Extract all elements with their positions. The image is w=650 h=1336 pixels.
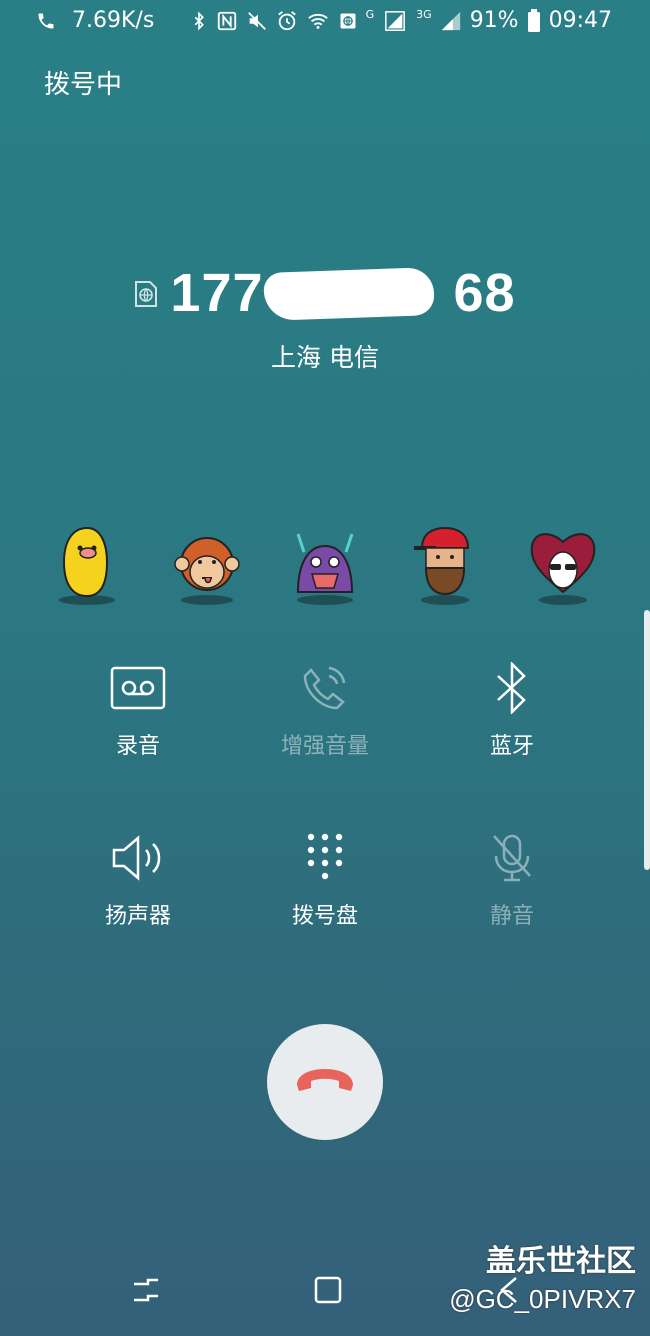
heart-girl-sticker[interactable] bbox=[528, 522, 598, 608]
dialpad-icon bbox=[245, 830, 405, 886]
phone-volume-icon bbox=[245, 660, 405, 716]
bluetooth-icon bbox=[432, 660, 592, 716]
recent-apps-icon bbox=[130, 1274, 162, 1310]
clock: 09:47 bbox=[548, 8, 612, 33]
signal-icon-1 bbox=[382, 10, 408, 32]
recent-apps-button[interactable] bbox=[126, 1272, 166, 1312]
sticker-row bbox=[0, 522, 650, 612]
bluetooth-icon bbox=[190, 10, 208, 32]
alarm-icon bbox=[276, 10, 298, 32]
mute-icon bbox=[246, 10, 268, 32]
potato-sticker[interactable] bbox=[52, 522, 122, 608]
status-bar: 7.69K/s G 3G 91% 09:47 bbox=[0, 0, 650, 44]
bearded-man-sticker[interactable] bbox=[410, 522, 480, 608]
end-call-button[interactable] bbox=[267, 1024, 383, 1140]
hang-up-icon bbox=[293, 1065, 357, 1099]
monkey-sticker[interactable] bbox=[172, 522, 242, 608]
home-icon bbox=[312, 1274, 344, 1310]
sim-globe-icon bbox=[134, 280, 158, 307]
call-status-title: 拨号中 bbox=[44, 70, 123, 100]
redaction-scribble bbox=[263, 267, 436, 321]
caller-info: 177 68 上海 电信 bbox=[0, 262, 650, 374]
signal-icon-2 bbox=[440, 10, 462, 32]
keypad-label: 拨号盘 bbox=[291, 904, 358, 929]
enhance-volume-button[interactable]: 增强音量 bbox=[245, 660, 405, 760]
network-g-label: G bbox=[365, 8, 375, 21]
bluetooth-label: 蓝牙 bbox=[489, 734, 534, 759]
keypad-button[interactable]: 拨号盘 bbox=[245, 830, 405, 930]
edge-panel-handle[interactable] bbox=[644, 610, 650, 870]
record-button[interactable]: 录音 bbox=[58, 660, 218, 760]
speaker-button[interactable]: 扬声器 bbox=[58, 830, 218, 930]
mute-button[interactable]: 静音 bbox=[432, 830, 592, 930]
monster-sticker[interactable] bbox=[290, 522, 360, 608]
battery-percent: 91% bbox=[469, 8, 519, 33]
speaker-icon bbox=[58, 830, 218, 886]
phone-call-icon bbox=[36, 10, 56, 32]
battery-icon bbox=[527, 8, 541, 33]
nfc-icon bbox=[216, 10, 238, 32]
voicemail-tape-icon bbox=[58, 660, 218, 716]
home-button[interactable] bbox=[308, 1272, 348, 1312]
wifi-icon bbox=[306, 10, 330, 32]
globe-sim-icon bbox=[338, 10, 358, 32]
record-label: 录音 bbox=[115, 734, 160, 759]
bluetooth-button[interactable]: 蓝牙 bbox=[432, 660, 592, 760]
navigation-bar bbox=[0, 1262, 650, 1322]
mic-off-icon bbox=[432, 830, 592, 886]
phone-number: 177 68 bbox=[170, 262, 515, 324]
phone-number-prefix: 177 bbox=[170, 263, 264, 323]
caller-location: 上海 电信 bbox=[271, 343, 379, 372]
back-icon bbox=[494, 1274, 526, 1310]
network-speed: 7.69K/s bbox=[72, 8, 155, 33]
phone-number-suffix: 68 bbox=[453, 263, 516, 323]
enhance-volume-label: 增强音量 bbox=[280, 734, 369, 759]
mute-label: 静音 bbox=[489, 904, 534, 929]
speaker-label: 扬声器 bbox=[104, 904, 171, 929]
back-button[interactable] bbox=[490, 1272, 530, 1312]
network-3g-label: 3G bbox=[416, 8, 432, 21]
